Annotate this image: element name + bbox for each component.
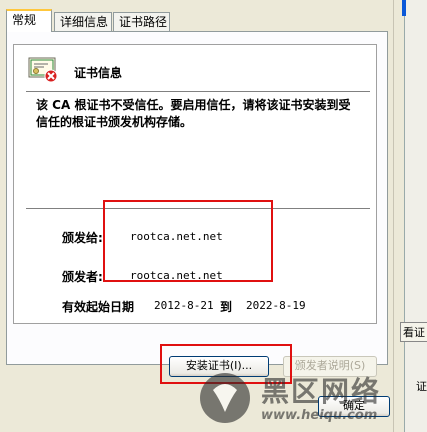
- tab-details[interactable]: 详细信息: [54, 12, 112, 31]
- tab-general[interactable]: 常规: [6, 9, 52, 32]
- tab-certification-path[interactable]: 证书路径: [113, 12, 170, 31]
- validity-to-label: 到: [220, 300, 233, 314]
- certificate-info-title: 证书信息: [74, 66, 123, 80]
- certificate-error-icon: [28, 55, 60, 83]
- watermark-url: www.heiqu.com: [261, 408, 378, 423]
- issued-fields-highlight: [103, 200, 273, 282]
- certificate-info-frame: 证书信息 该 CA 根证书不受信任。要启用信任，请将该证书安装到受信任的根证书颁…: [13, 44, 377, 324]
- watermark: 黑区网络 www.heiqu.com: [195, 368, 425, 430]
- issued-by-label: 颁发者:: [62, 270, 103, 284]
- valid-to-value: 2022-8-19: [246, 299, 306, 312]
- issued-to-label: 颁发给:: [62, 231, 103, 245]
- watermark-logo-icon: [200, 373, 250, 423]
- validity-label: 有效起始日期: [62, 300, 135, 314]
- background-window-text-1: 看证: [400, 322, 427, 342]
- general-tab-panel: 证书信息 该 CA 根证书不受信任。要启用信任，请将该证书安装到受信任的根证书颁…: [6, 31, 388, 377]
- valid-from-value: 2012-8-21: [154, 299, 214, 312]
- watermark-name: 黑区网络: [261, 375, 382, 408]
- title-divider: [26, 91, 370, 92]
- trust-warning-text: 该 CA 根证书不受信任。要启用信任，请将该证书安装到受信任的根证书颁发机构存储…: [36, 98, 351, 129]
- background-window-blue-strip: [402, 0, 406, 16]
